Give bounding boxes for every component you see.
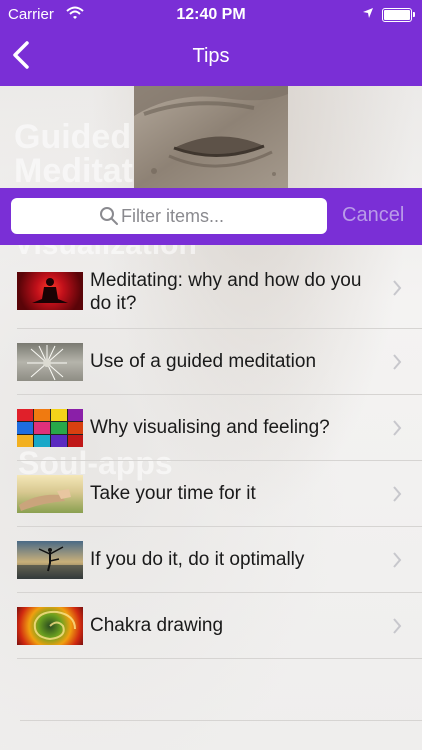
chevron-right-icon bbox=[393, 552, 402, 568]
list-item-label: Use of a guided meditation bbox=[90, 351, 317, 372]
chevron-right-icon bbox=[393, 354, 402, 370]
header-image bbox=[134, 86, 288, 188]
color-pigments-thumbnail bbox=[17, 409, 83, 447]
navigation-bar: Carrier 12:40 PM Tips bbox=[0, 0, 422, 86]
battery-icon bbox=[382, 8, 415, 22]
chevron-right-icon bbox=[393, 618, 402, 634]
chakra-swirl-thumbnail bbox=[17, 607, 83, 645]
list-item[interactable]: If you do it, do it optimally bbox=[0, 527, 422, 593]
yoga-pose-thumbnail bbox=[17, 541, 83, 579]
list-item[interactable]: Chakra drawing bbox=[0, 593, 422, 659]
list-item[interactable]: Meditating: why and how do you do it? bbox=[0, 245, 422, 329]
chevron-right-icon bbox=[393, 420, 402, 436]
list-item-label: Why visualising and feeling? bbox=[90, 417, 330, 438]
search-bar: Cancel bbox=[0, 188, 422, 245]
page-title: Tips bbox=[192, 45, 230, 67]
status-time: 12:40 PM bbox=[176, 6, 246, 23]
list-item-label: Take your time for it bbox=[90, 483, 256, 504]
dandelion-thumbnail bbox=[17, 343, 83, 381]
status-bar: Carrier 12:40 PM bbox=[0, 0, 422, 30]
search-icon bbox=[100, 207, 118, 225]
buddha-eye-illustration bbox=[134, 86, 288, 188]
list-item[interactable]: Take your time for it bbox=[0, 461, 422, 527]
list-item[interactable]: Use of a guided meditation bbox=[0, 329, 422, 395]
list-item[interactable]: Why visualising and feeling? bbox=[0, 395, 422, 461]
chevron-right-icon bbox=[393, 280, 402, 296]
tips-list: Meditating: why and how do you do it? Us… bbox=[0, 245, 422, 659]
background-text: Meditat bbox=[14, 152, 133, 190]
list-item-label: Chakra drawing bbox=[90, 615, 224, 636]
search-input[interactable] bbox=[121, 198, 321, 234]
relaxing-feet-thumbnail bbox=[17, 475, 83, 513]
cancel-button[interactable]: Cancel bbox=[342, 204, 404, 227]
meditation-silhouette-thumbnail bbox=[17, 272, 83, 310]
location-arrow-icon bbox=[363, 8, 373, 18]
search-field[interactable] bbox=[11, 198, 327, 234]
chevron-right-icon bbox=[393, 486, 402, 502]
background-text: Guided bbox=[14, 118, 132, 156]
divider bbox=[17, 658, 422, 659]
list-item-label: If you do it, do it optimally bbox=[90, 549, 305, 570]
list-item-label: Meditating: why and how do you do it? bbox=[90, 270, 362, 314]
divider bbox=[20, 720, 422, 721]
